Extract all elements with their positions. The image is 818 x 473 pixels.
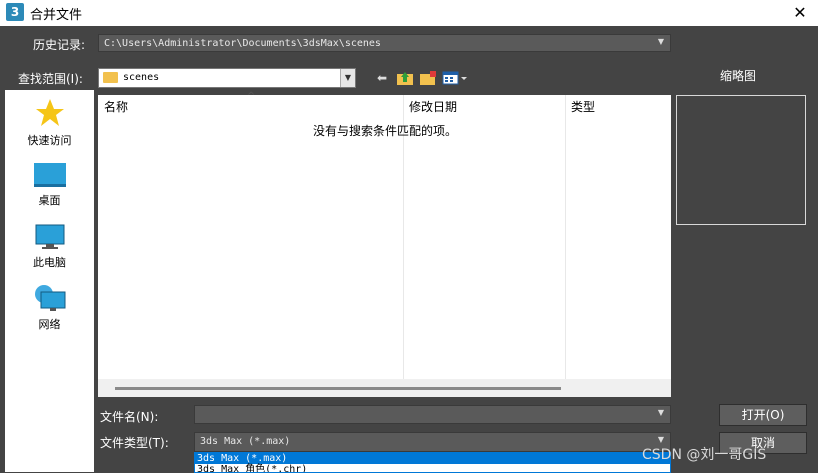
column-header-type[interactable]: 类型 — [571, 98, 595, 115]
place-this-pc[interactable]: 此电脑 — [5, 224, 94, 270]
scrollbar-thumb[interactable] — [115, 387, 561, 390]
up-folder-icon[interactable] — [396, 70, 414, 86]
place-label: 桌面 — [38, 194, 61, 207]
file-name-input[interactable]: ▼ — [194, 405, 671, 424]
file-list-view[interactable]: ^ 名称 修改日期 类型 没有与搜索条件匹配的项。 — [98, 91, 671, 397]
look-in-combo[interactable]: scenes ▼ — [98, 68, 356, 88]
star-icon — [35, 99, 64, 126]
place-label: 快速访问 — [27, 134, 72, 147]
close-button[interactable]: ✕ — [788, 2, 812, 24]
title-bar: 3 合并文件 ✕ — [0, 0, 818, 26]
places-bar: 快速访问 桌面 此电脑 网络 — [5, 90, 94, 472]
thumbnail-preview — [676, 95, 806, 225]
column-header-modified[interactable]: 修改日期 — [409, 98, 457, 115]
watermark-text: CSDN @刘一哥GIS — [642, 447, 767, 463]
thumbnail-label: 缩略图 — [720, 69, 757, 83]
empty-list-message: 没有与搜索条件匹配的项。 — [313, 124, 458, 138]
history-combo[interactable]: C:\Users\Administrator\Documents\3dsMax\… — [98, 34, 671, 52]
desktop-icon — [33, 163, 66, 187]
file-name-label: 文件名(N): — [100, 410, 159, 424]
look-in-label: 查找范围(I): — [18, 72, 83, 86]
file-type-dropdown[interactable]: 3ds Max (*.max) 3ds Max 角色(*.chr) — [194, 452, 671, 473]
window-title: 合并文件 — [30, 8, 83, 23]
computer-icon — [35, 224, 64, 249]
look-in-value: scenes — [123, 72, 160, 83]
back-arrow-icon[interactable]: ⬅ — [373, 70, 391, 86]
chevron-down-icon: ▼ — [657, 408, 664, 417]
3dsmax-app-icon: 3 — [6, 3, 24, 21]
column-divider — [565, 95, 566, 379]
file-type-value: 3ds Max (*.max) — [200, 436, 291, 447]
history-label: 历史记录: — [33, 38, 86, 52]
new-folder-icon[interactable] — [419, 70, 437, 86]
file-type-select[interactable]: 3ds Max (*.max) ▼ — [194, 432, 671, 452]
sort-ascending-icon: ^ — [247, 91, 256, 102]
horizontal-scrollbar[interactable] — [98, 379, 671, 397]
file-type-option[interactable]: 3ds Max 角色(*.chr) — [195, 464, 670, 472]
place-desktop[interactable]: 桌面 — [5, 162, 94, 208]
place-label: 此电脑 — [33, 256, 66, 269]
view-menu-icon[interactable] — [442, 70, 468, 86]
file-type-option[interactable]: 3ds Max (*.max) — [195, 453, 670, 464]
place-network[interactable]: 网络 — [5, 284, 94, 332]
network-icon — [34, 285, 65, 311]
chevron-down-icon: ▼ — [657, 37, 664, 46]
folder-icon — [103, 72, 118, 83]
chevron-down-icon[interactable]: ▼ — [340, 69, 355, 87]
chevron-down-icon: ▼ — [657, 435, 664, 444]
place-label: 网络 — [38, 318, 61, 331]
file-type-label: 文件类型(T): — [100, 436, 169, 450]
column-header-name[interactable]: 名称 — [104, 98, 128, 115]
place-quick-access[interactable]: 快速访问 — [5, 98, 94, 148]
open-button[interactable]: 打开(O) — [719, 404, 807, 426]
history-value: C:\Users\Administrator\Documents\3dsMax\… — [104, 38, 381, 49]
